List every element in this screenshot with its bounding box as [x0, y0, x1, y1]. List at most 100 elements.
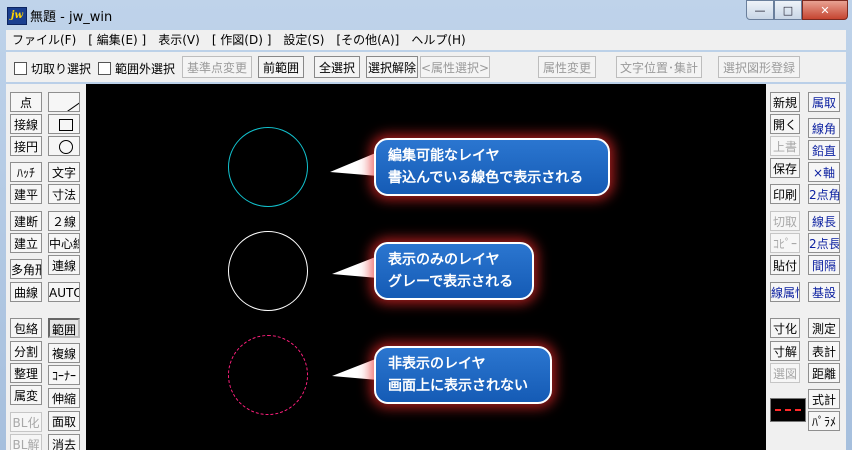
- overwrite-button[interactable]: 上書: [770, 136, 800, 156]
- two-point-length-button[interactable]: 2点長: [808, 233, 840, 253]
- app-icon: jw: [7, 7, 27, 25]
- parametric-button[interactable]: ﾊﾟﾗﾒ: [808, 411, 840, 431]
- menu-draw[interactable]: [ 作図(D) ]: [206, 30, 278, 50]
- formula-calc-button[interactable]: 式計: [808, 389, 840, 409]
- tool-arch-elevation[interactable]: 建立: [10, 233, 42, 253]
- title-bar: jw 無題 - jw_win — □ ✕: [0, 0, 852, 30]
- tool-block-create[interactable]: BL化: [10, 412, 42, 432]
- line-attribute-button[interactable]: 線属性: [770, 282, 800, 302]
- circle-icon: [59, 140, 73, 154]
- tool-corner[interactable]: ｺｰﾅｰ: [48, 365, 80, 385]
- save-button[interactable]: 保存: [770, 158, 800, 178]
- caption-buttons: — □ ✕: [746, 0, 848, 20]
- line-type-indicator[interactable]: [770, 398, 806, 422]
- interval-button[interactable]: 間隔: [808, 255, 840, 275]
- tool-hatch[interactable]: ﾊｯﾁ: [10, 162, 42, 182]
- annotation-display-only-layer: 表示のみのレイヤ グレーで表示される: [374, 242, 534, 300]
- vertical-button[interactable]: 鉛直: [808, 140, 840, 160]
- tool-text[interactable]: 文字: [48, 162, 80, 182]
- text-position-total-button[interactable]: 文字位置･集計: [616, 56, 702, 78]
- tool-arch-plan[interactable]: 建平: [10, 184, 42, 204]
- tool-auto[interactable]: AUTO: [48, 282, 80, 302]
- minimize-button[interactable]: —: [746, 0, 774, 20]
- callout-tail-3: [332, 358, 378, 380]
- new-file-button[interactable]: 新規: [770, 92, 800, 112]
- close-button[interactable]: ✕: [802, 0, 848, 20]
- select-all-button[interactable]: 全選択: [314, 56, 360, 78]
- open-file-button[interactable]: 開く: [770, 114, 800, 134]
- rectangle-icon: [59, 119, 73, 131]
- table-calc-button[interactable]: 表計: [808, 341, 840, 361]
- annotation-line: グレーで表示される: [388, 274, 514, 290]
- paste-button[interactable]: 貼付: [770, 255, 800, 275]
- tool-block-explode[interactable]: BL解: [10, 434, 42, 450]
- window-title: 無題 - jw_win: [30, 10, 113, 25]
- tool-point[interactable]: 点: [10, 92, 42, 112]
- tool-range[interactable]: 範囲: [48, 318, 80, 338]
- cutout-select-checkbox[interactable]: 切取り選択: [14, 60, 91, 77]
- annotation-hidden-layer: 非表示のレイヤ 画面上に表示されない: [374, 346, 552, 404]
- base-settings-button[interactable]: 基設: [808, 282, 840, 302]
- tool-tangent[interactable]: 接線: [10, 114, 42, 134]
- right-tool-panel: 新規 開く 上書 保存 印刷 切取 ｺﾋﾟｰ 貼付 線属性 寸化 寸解 選図 属…: [766, 84, 846, 450]
- app-window: jw 無題 - jw_win — □ ✕ ファイル(F) [ 編集(E) ] 表…: [0, 0, 852, 450]
- tool-tangent-circle[interactable]: 接円: [10, 136, 42, 156]
- menu-edit[interactable]: [ 編集(E) ]: [82, 30, 152, 50]
- x-axis-button[interactable]: ×軸: [808, 162, 840, 182]
- callout-tail-2: [332, 256, 378, 278]
- deselect-button[interactable]: 選択解除: [366, 56, 418, 78]
- checkbox-box[interactable]: [14, 62, 27, 75]
- tool-chamfer[interactable]: 面取: [48, 411, 80, 431]
- attr-change-button[interactable]: 属性変更: [538, 56, 596, 78]
- tool-rectangle[interactable]: [48, 114, 80, 134]
- tool-arch-section[interactable]: 建断: [10, 211, 42, 231]
- tool-dimension[interactable]: 寸法: [48, 184, 80, 204]
- prev-range-button[interactable]: 前範囲: [258, 56, 304, 78]
- menu-other[interactable]: [その他(A)]: [330, 30, 405, 50]
- menu-file[interactable]: ファイル(F): [6, 30, 82, 50]
- tool-attr-change[interactable]: 属変: [10, 385, 42, 405]
- drawing-canvas[interactable]: 編集可能なレイヤ 書込んでいる線色で表示される 表示のみのレイヤ グレーで表示さ…: [86, 84, 766, 450]
- base-point-change-button[interactable]: 基準点変更: [182, 56, 252, 78]
- checkbox-box[interactable]: [98, 62, 111, 75]
- toolbar: 切取り選択 範囲外選択 基準点変更 前範囲 全選択 選択解除 <属性選択> 属性…: [6, 52, 846, 82]
- callout-tail-1: [330, 152, 378, 176]
- dim-create-button[interactable]: 寸化: [770, 318, 800, 338]
- tool-organize[interactable]: 整理: [10, 363, 42, 383]
- tool-center-line[interactable]: 中心線: [48, 233, 80, 253]
- annotation-line: 表示のみのレイヤ: [388, 252, 500, 268]
- line-length-button[interactable]: 線長: [808, 211, 840, 231]
- attr-select-button[interactable]: <属性選択>: [420, 56, 490, 78]
- copy-button[interactable]: ｺﾋﾟｰ: [770, 233, 800, 253]
- tool-double-line[interactable]: ２線: [48, 211, 80, 231]
- two-point-angle-button[interactable]: 2点角: [808, 184, 840, 204]
- menu-help[interactable]: ヘルプ(H): [405, 30, 471, 50]
- distance-button[interactable]: 距離: [808, 363, 840, 383]
- dim-explode-button[interactable]: 寸解: [770, 341, 800, 361]
- attr-pick-button[interactable]: 属取: [808, 92, 840, 112]
- menu-bar: ファイル(F) [ 編集(E) ] 表示(V) [ 作図(D) ] 設定(S) …: [6, 30, 846, 50]
- tool-envelope[interactable]: 包絡: [10, 318, 42, 338]
- tool-divide[interactable]: 分割: [10, 341, 42, 361]
- select-shape-button[interactable]: 選図: [770, 363, 800, 383]
- register-shape-button[interactable]: 選択図形登録: [718, 56, 800, 78]
- annotation-line: 非表示のレイヤ: [388, 356, 486, 372]
- tool-stretch[interactable]: 伸縮: [48, 388, 80, 408]
- cutout-select-label: 切取り選択: [31, 62, 92, 76]
- tool-copy-line[interactable]: 複線: [48, 343, 80, 363]
- measure-button[interactable]: 測定: [808, 318, 840, 338]
- print-button[interactable]: 印刷: [770, 184, 800, 204]
- tool-circle[interactable]: [48, 136, 80, 156]
- maximize-button[interactable]: □: [774, 0, 802, 20]
- menu-view[interactable]: 表示(V): [152, 30, 206, 50]
- outside-range-select-checkbox[interactable]: 範囲外選択: [98, 60, 175, 77]
- tool-connected-line[interactable]: 連線: [48, 255, 80, 275]
- tool-curve[interactable]: 曲線: [10, 282, 42, 302]
- annotation-line: 編集可能なレイヤ: [388, 148, 500, 164]
- tool-line[interactable]: [48, 92, 80, 112]
- tool-erase[interactable]: 消去: [48, 434, 80, 450]
- tool-polygon[interactable]: 多角形: [10, 259, 42, 279]
- cut-button[interactable]: 切取: [770, 211, 800, 231]
- line-angle-button[interactable]: 線角: [808, 118, 840, 138]
- menu-settings[interactable]: 設定(S): [277, 30, 330, 50]
